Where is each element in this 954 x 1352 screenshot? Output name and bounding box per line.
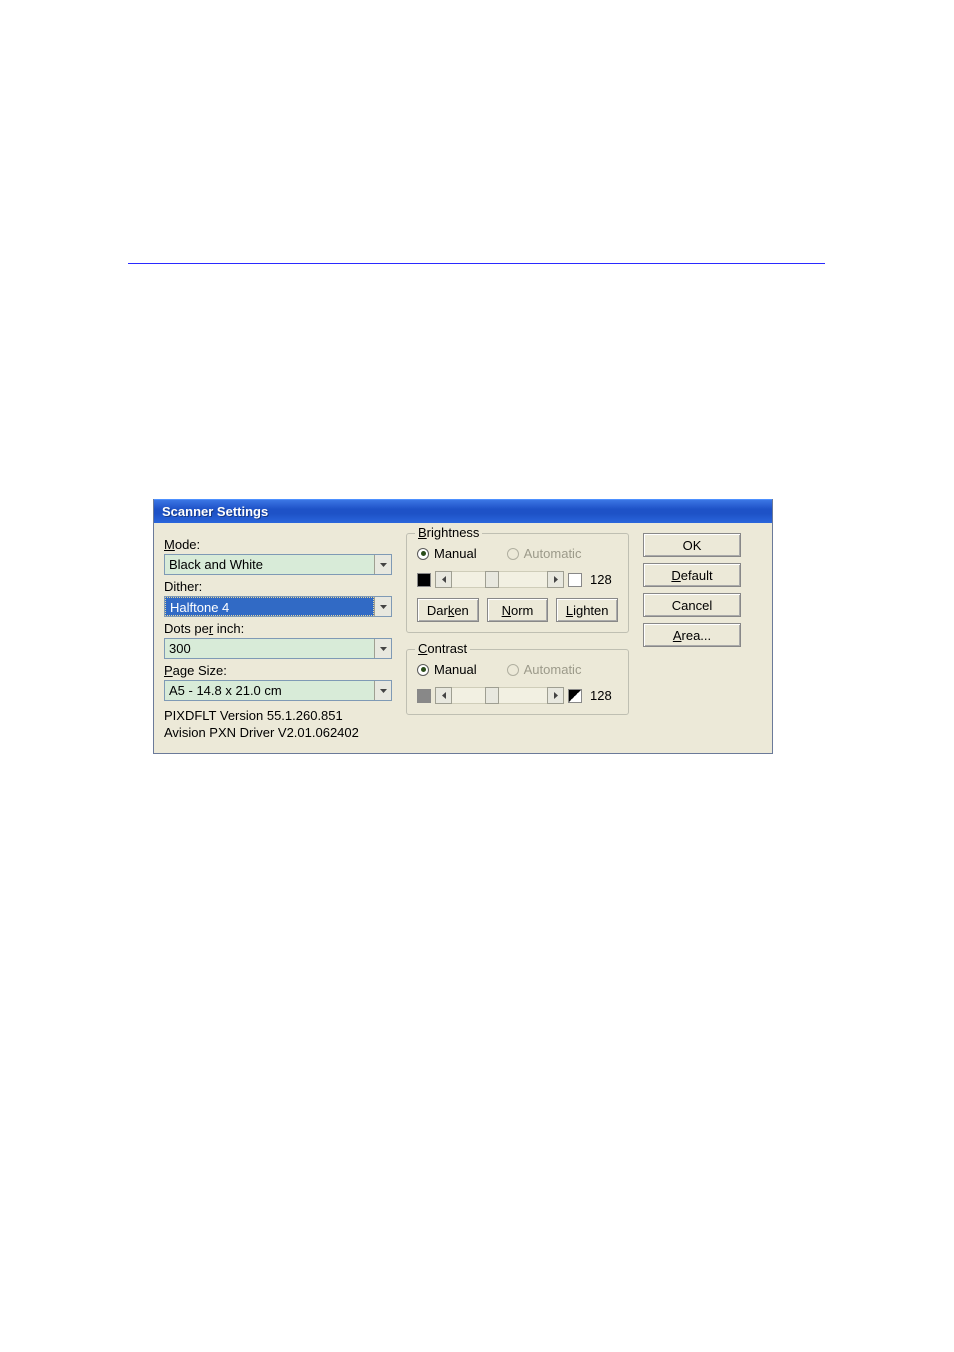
slider-thumb[interactable] [485,571,499,588]
window-title: Scanner Settings [162,504,268,519]
arrow-right-icon[interactable] [547,571,564,588]
arrow-left-icon[interactable] [435,571,452,588]
brightness-title: Brightness [415,525,482,540]
norm-button[interactable]: Norm [487,598,549,622]
mode-label: Mode: [164,537,392,552]
version-info: PIXDFLT Version 55.1.260.851 Avision PXN… [164,707,392,741]
slider-thumb[interactable] [485,687,499,704]
low-contrast-swatch-icon [417,689,431,703]
contrast-group: Contrast Manual Automatic [406,649,629,715]
dialog-body: Mode: Black and White Dither: Halftone 4… [154,523,772,753]
driver-version: Avision PXN Driver V2.01.062402 [164,724,392,741]
radio-icon [507,664,519,676]
contrast-title: Contrast [415,641,470,656]
radio-icon [417,548,429,560]
brightness-presets: Darken Norm Lighten [417,598,618,622]
brightness-slider-row: 128 [417,571,618,588]
arrow-left-icon[interactable] [435,687,452,704]
scanner-settings-dialog: Scanner Settings Mode: Black and White D… [153,499,773,754]
slider-track[interactable] [452,687,547,704]
dither-combo[interactable]: Halftone 4 [164,596,392,617]
brightness-manual-radio[interactable]: Manual [417,546,477,561]
brightness-slider[interactable] [435,571,564,588]
middle-column: Brightness Manual Automatic [406,533,629,715]
chevron-down-icon[interactable] [374,681,391,700]
ok-button[interactable]: OK [643,533,741,557]
chevron-down-icon[interactable] [374,597,391,616]
brightness-value: 128 [590,572,618,587]
dpi-value: 300 [165,639,374,658]
chevron-down-icon[interactable] [374,639,391,658]
dither-value: Halftone 4 [165,597,374,616]
light-swatch-icon [568,573,582,587]
area-button[interactable]: Area... [643,623,741,647]
contrast-radio-row: Manual Automatic [417,662,618,677]
arrow-right-icon[interactable] [547,687,564,704]
dark-swatch-icon [417,573,431,587]
lighten-button[interactable]: Lighten [556,598,618,622]
dither-label: Dither: [164,579,392,594]
dpi-label: Dots per inch: [164,621,392,636]
brightness-group: Brightness Manual Automatic [406,533,629,633]
contrast-manual-radio[interactable]: Manual [417,662,477,677]
brightness-radio-row: Manual Automatic [417,546,618,561]
chevron-down-icon[interactable] [374,555,391,574]
default-button[interactable]: Default [643,563,741,587]
darken-button[interactable]: Darken [417,598,479,622]
cancel-button[interactable]: Cancel [643,593,741,617]
radio-icon [417,664,429,676]
right-column: OK Default Cancel Area... [643,533,743,653]
slider-track[interactable] [452,571,547,588]
page-size-label: Page Size: [164,663,392,678]
page-size-value: A5 - 14.8 x 21.0 cm [165,681,374,700]
contrast-value: 128 [590,688,618,703]
title-bar: Scanner Settings [154,499,772,523]
pixdflt-version: PIXDFLT Version 55.1.260.851 [164,707,392,724]
page-size-combo[interactable]: A5 - 14.8 x 21.0 cm [164,680,392,701]
high-contrast-swatch-icon [568,689,582,703]
contrast-slider[interactable] [435,687,564,704]
mode-combo[interactable]: Black and White [164,554,392,575]
contrast-slider-row: 128 [417,687,618,704]
contrast-automatic-radio: Automatic [507,662,582,677]
mode-value: Black and White [165,555,374,574]
horizontal-rule [128,263,825,264]
radio-icon [507,548,519,560]
dpi-combo[interactable]: 300 [164,638,392,659]
brightness-automatic-radio: Automatic [507,546,582,561]
left-column: Mode: Black and White Dither: Halftone 4… [164,533,392,741]
